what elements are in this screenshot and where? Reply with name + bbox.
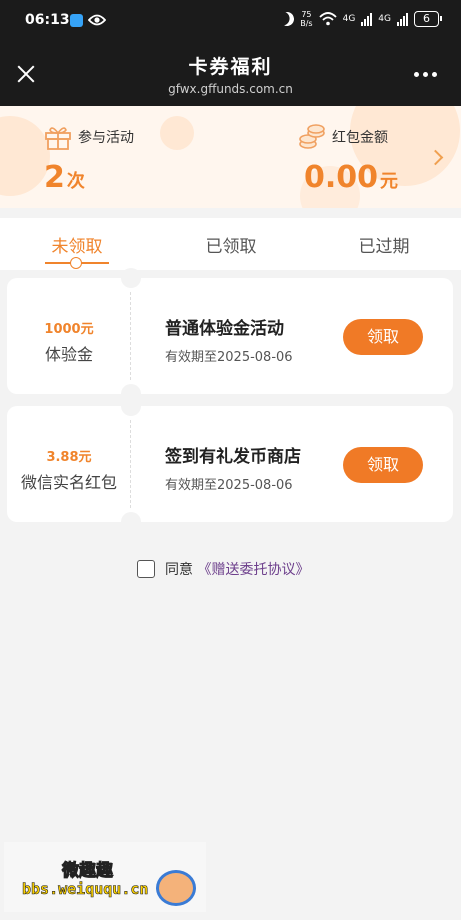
coupon-card: 1000元 体验金 普通体验金活动 有效期至2025-08-06 领取 (7, 268, 453, 404)
summary-banner[interactable]: 参与活动 2次 红包金额 0.00 元 (0, 106, 461, 208)
coupon-type: 体验金 (44, 345, 93, 364)
more-options-icon[interactable] (414, 72, 437, 77)
coupon-expiry: 有效期至2025-08-06 (165, 478, 293, 493)
activities-unit: 次 (66, 171, 85, 192)
active-tab-indicator (45, 257, 109, 269)
activities-stat: 参与活动 2次 (44, 124, 134, 195)
coupon-expiry: 有效期至2025-08-06 (165, 350, 293, 365)
coupon-name: 普通体验金活动 (165, 319, 284, 339)
mascot-icon (156, 870, 196, 906)
message-notification-icon (70, 14, 83, 27)
watermark-title: 微趣趣 (62, 861, 114, 882)
status-bar: 06:13 75 B/s 4G 4G 6 (0, 0, 461, 42)
agreement-row: 同意 《赠送委托协议》 (137, 559, 309, 579)
net-speed: 75 B/s (300, 10, 312, 28)
eye-icon (88, 14, 106, 26)
page-title: 卡券福利 (188, 56, 273, 78)
coins-icon (299, 124, 325, 149)
signal-1-icon (361, 12, 373, 26)
status-time: 06:13 (25, 12, 70, 28)
net-speed-unit: B/s (300, 19, 313, 28)
signal-2-label: 4G (378, 14, 391, 24)
claim-button[interactable]: 领取 (343, 447, 423, 483)
watermark-url: bbs.weiququ.cn (22, 880, 149, 899)
claim-button[interactable]: 领取 (343, 319, 423, 355)
coupon-value-section: 3.88元 微信实名红包 (7, 406, 131, 522)
agreement-link[interactable]: 《赠送委托协议》 (197, 562, 309, 578)
redpacket-stat: 红包金额 0.00 元 (298, 124, 398, 195)
coupon-card: 3.88元 微信实名红包 签到有礼发币商店 有效期至2025-08-06 领取 (7, 396, 453, 532)
coupon-amount: 1000元 (44, 322, 94, 337)
agreement-checkbox[interactable] (137, 560, 155, 578)
coupon-type: 微信实名红包 (20, 473, 117, 492)
coupon-tabs: 未领取 已领取 已过期 (0, 218, 461, 270)
coupon-name: 签到有礼发币商店 (165, 447, 301, 467)
redpacket-unit: 元 (380, 171, 399, 192)
page-domain: gfwx.gffunds.com.cn (168, 82, 293, 96)
battery-icon: 6 (414, 11, 442, 27)
coupon-divider (130, 420, 131, 508)
redpacket-label: 红包金额 (332, 130, 388, 146)
tab-unclaimed[interactable]: 未领取 (17, 232, 137, 257)
coupon-amount: 3.88元 (46, 450, 92, 465)
coupon-value-section: 1000元 体验金 (7, 278, 131, 394)
activities-value: 2 (44, 160, 65, 195)
coupon-divider (130, 292, 131, 380)
moon-icon (278, 10, 296, 28)
wifi-icon (318, 12, 337, 26)
net-speed-value: 75 (301, 10, 312, 19)
status-right: 75 B/s 4G 4G 6 (278, 10, 442, 28)
signal-2-icon (397, 12, 408, 26)
watermark-logo: 微趣趣 bbs.weiququ.cn (4, 842, 206, 912)
tab-claimed[interactable]: 已领取 (171, 232, 291, 257)
signal-1-label: 4G (342, 14, 356, 24)
redpacket-value: 0.00 (304, 160, 379, 195)
activities-label: 参与活动 (78, 130, 134, 146)
tab-expired[interactable]: 已过期 (324, 232, 444, 257)
gift-icon (45, 127, 71, 150)
agreement-prefix: 同意 (165, 562, 193, 578)
top-bar: 06:13 75 B/s 4G 4G 6 卡券福利 gfwx.gffunds.c… (0, 0, 461, 106)
